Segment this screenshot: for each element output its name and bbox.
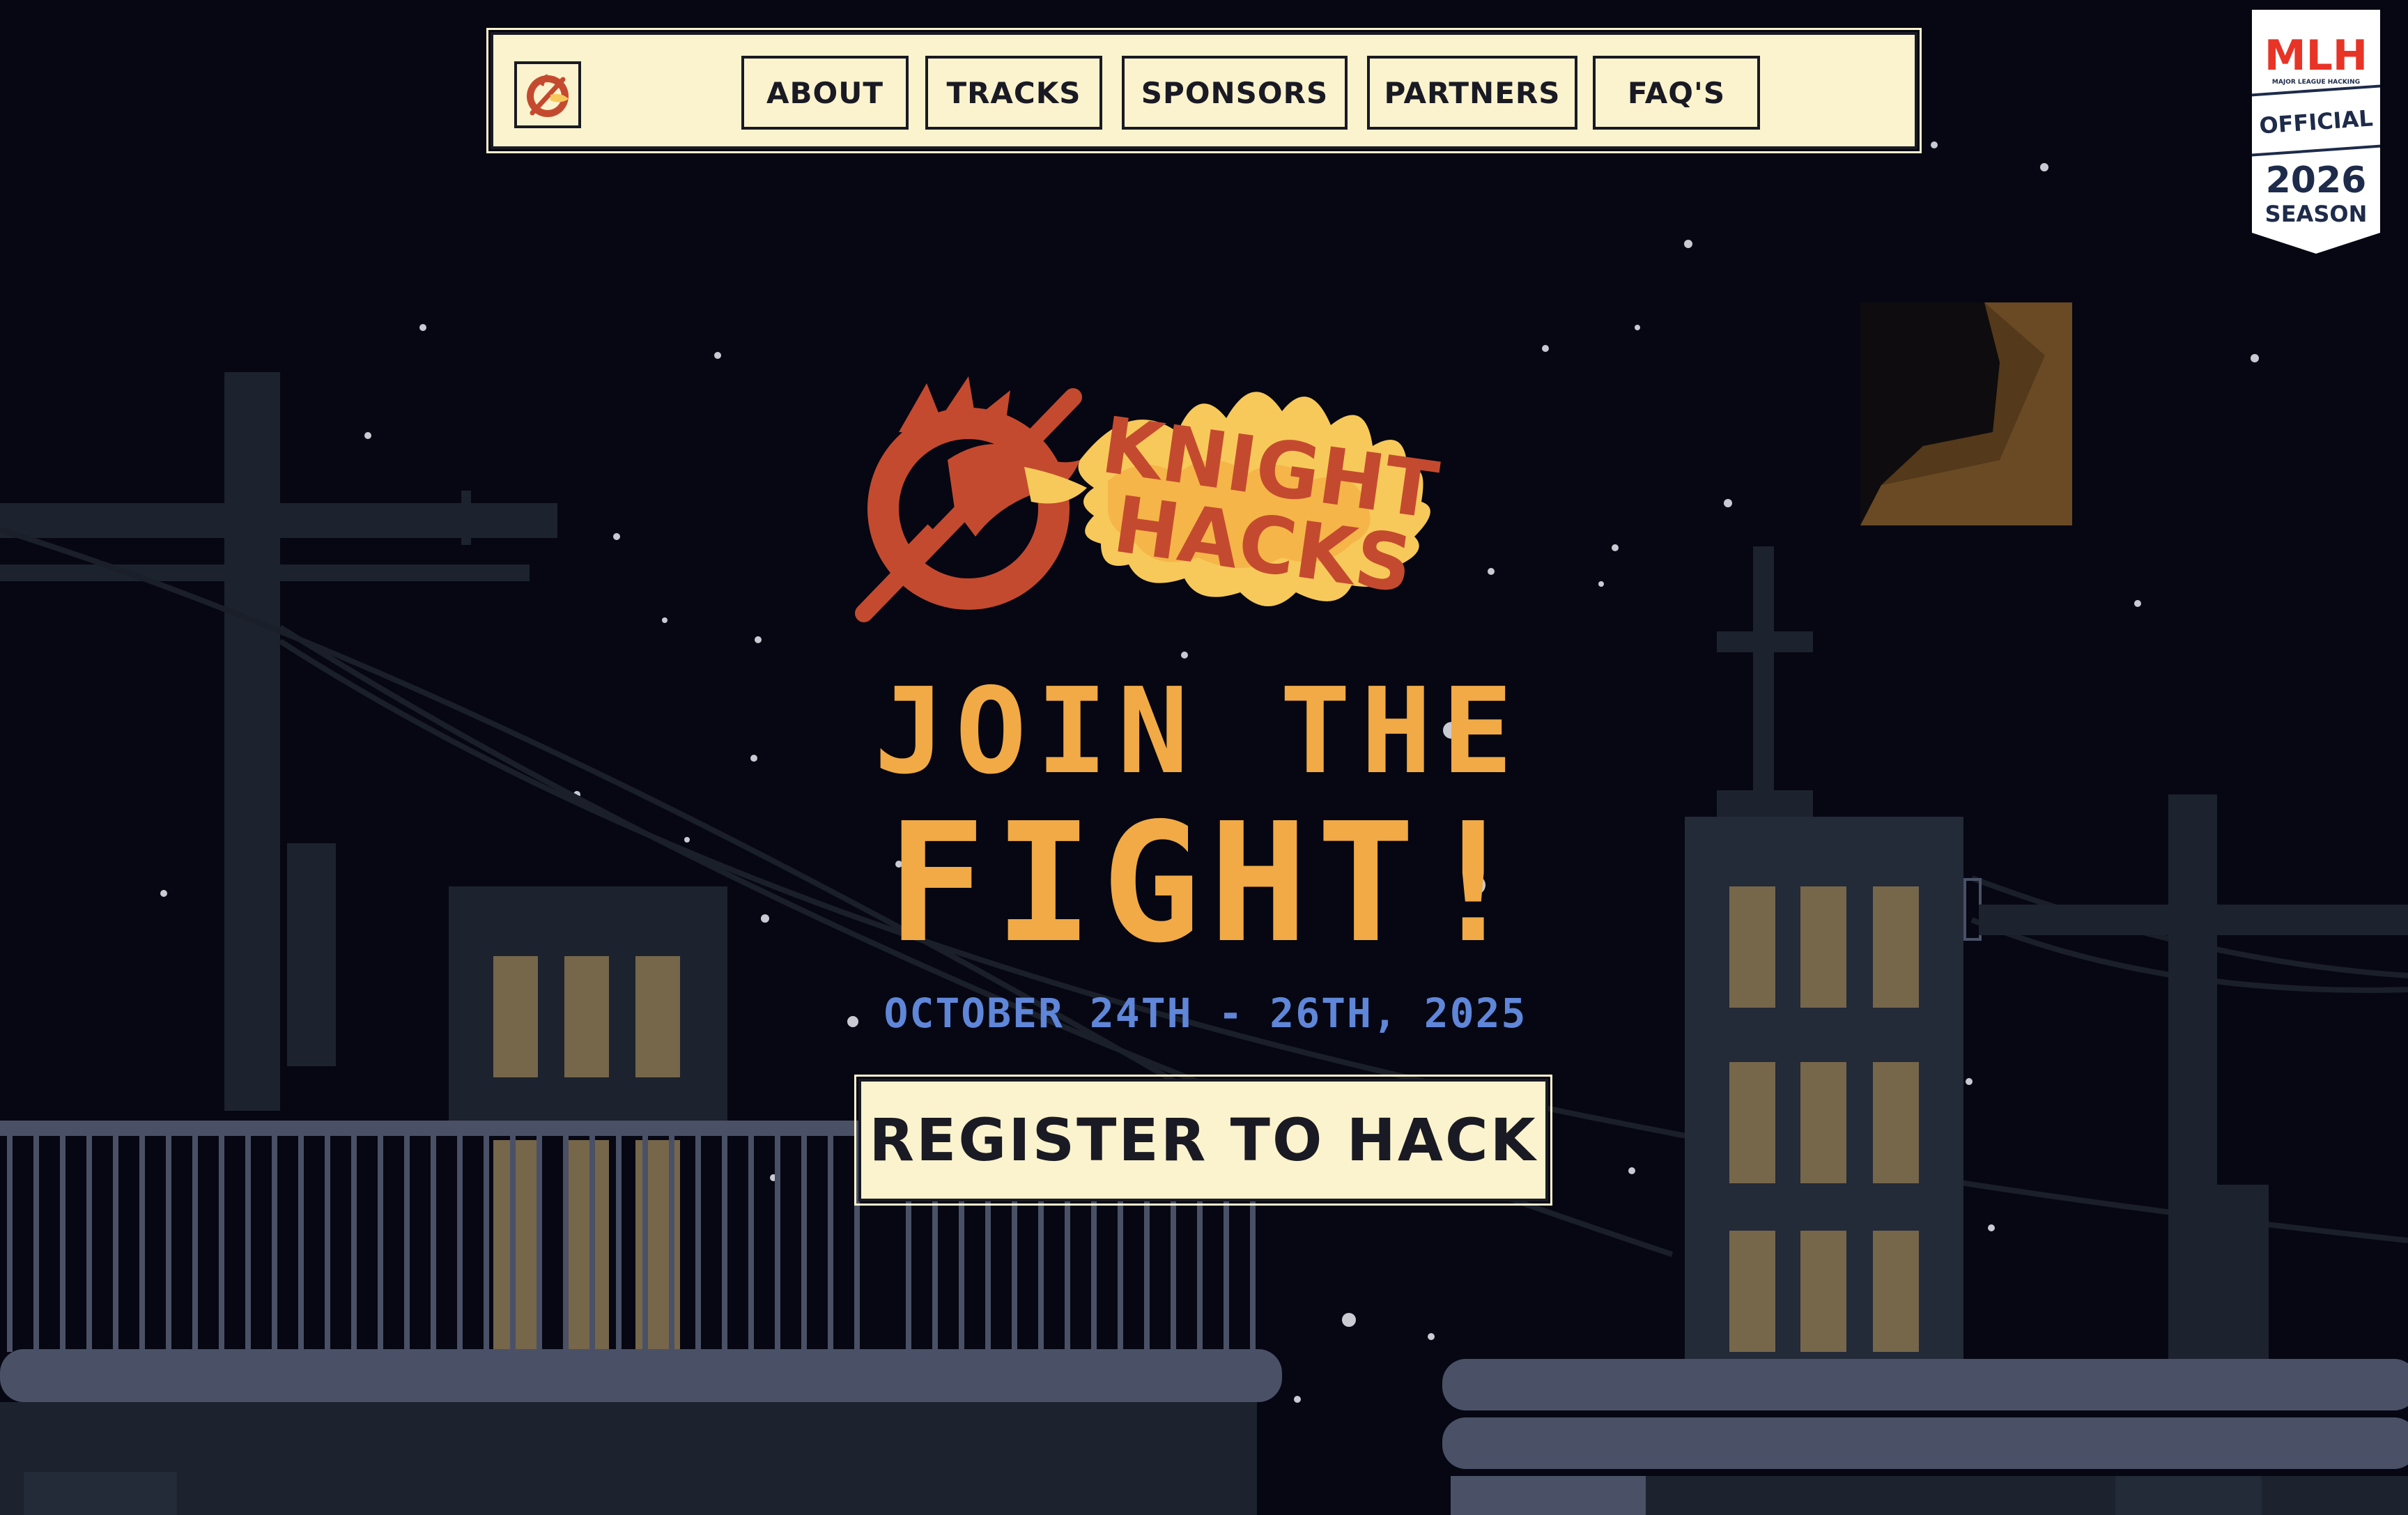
headline-join-the: JOIN THE	[874, 663, 1523, 801]
mlh-year-text: 2026	[2266, 160, 2367, 201]
knight-hacks-logo: KNIGHT HACKS	[850, 369, 1568, 627]
mlh-brand-text: MLH	[2264, 31, 2368, 80]
headline-fight: FIGHT!	[886, 787, 1531, 979]
nav-sponsors-button[interactable]: SPONSORS	[1122, 56, 1348, 130]
nav-tracks-button[interactable]: TRACKS	[925, 56, 1102, 130]
mlh-sub-text: MAJOR LEAGUE HACKING	[2272, 79, 2360, 86]
register-to-hack-button[interactable]: REGISTER TO HACK	[854, 1075, 1552, 1206]
building-left	[449, 886, 727, 1349]
top-navigation: ABOUT TRACKS SPONSORS PARTNERS FAQ'S	[486, 28, 1922, 153]
utility-pole-right	[1979, 794, 2408, 1387]
nav-about-button[interactable]: ABOUT	[741, 56, 909, 130]
rooftop-right	[1442, 1359, 2408, 1515]
mlh-badge[interactable]: MLH MAJOR LEAGUE HACKING OFFICIAL 2026 S…	[2244, 10, 2388, 254]
knight-hacks-emblem-icon	[527, 74, 569, 117]
mlh-badge-graphic: MLH MAJOR LEAGUE HACKING OFFICIAL 2026 S…	[2244, 10, 2388, 254]
knight-hacks-dragon-logo: KNIGHT HACKS	[855, 376, 1443, 622]
nav-faqs-button[interactable]: FAQ'S	[1593, 56, 1760, 130]
mlh-season-text: SEASON	[2265, 201, 2368, 227]
nav-partners-button[interactable]: PARTNERS	[1367, 56, 1577, 130]
event-dates: OCTOBER 24TH - 26TH, 2025	[883, 990, 1527, 1037]
home-logo-button[interactable]	[514, 61, 581, 128]
moon-icon	[1860, 302, 2072, 525]
building-right-tower	[1685, 546, 1982, 1360]
